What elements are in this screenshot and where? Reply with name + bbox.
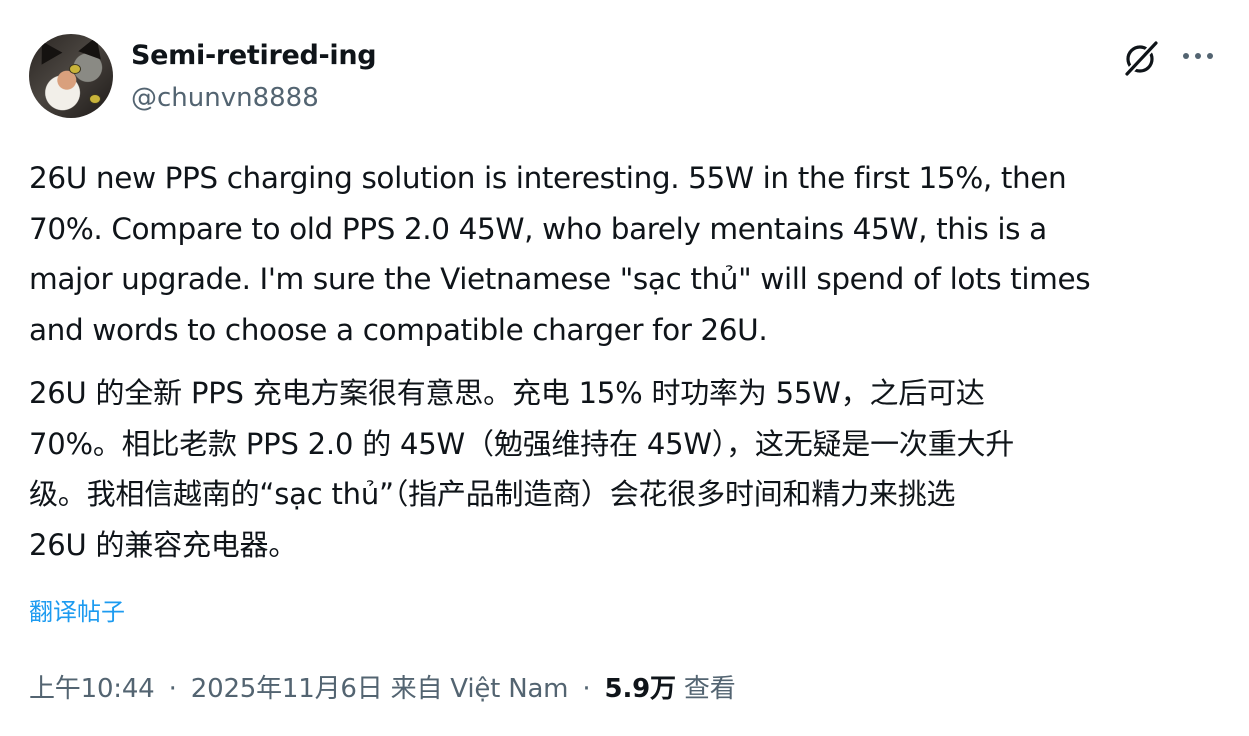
- author-display-name[interactable]: Semi-retired-ing: [131, 40, 377, 71]
- author-handle[interactable]: @chunvn8888: [131, 83, 319, 113]
- avatar-ear-left: [31, 35, 63, 65]
- views-label: 查看: [683, 674, 736, 704]
- translate-post-link[interactable]: 翻译帖子: [29, 592, 125, 627]
- meta-separator: ·: [168, 674, 177, 704]
- post-meta: 上午10:44 · 2025年11月6日 来自 Việt Nam · 5.9万 …: [29, 668, 736, 705]
- tweet-card: Semi-retired-ing @chunvn8888 26U new PPS…: [0, 0, 1249, 736]
- grok-icon[interactable]: [1121, 38, 1161, 78]
- author-avatar[interactable]: [29, 34, 113, 118]
- post-source: 来自 Việt Nam: [390, 674, 569, 704]
- avatar-eye-right: [89, 94, 101, 104]
- post-date[interactable]: 2025年11月6日: [191, 674, 383, 704]
- post-text-english: 26U new PPS charging solution is interes…: [29, 161, 1091, 347]
- post-time[interactable]: 上午10:44: [29, 674, 155, 704]
- more-icon[interactable]: [1180, 44, 1216, 68]
- views-count[interactable]: 5.9万: [605, 674, 676, 704]
- avatar-ear-right: [78, 34, 108, 60]
- meta-separator: ·: [582, 674, 591, 704]
- avatar-eye-left: [69, 64, 81, 74]
- post-text-chinese: 26U 的全新 PPS 充电方案很有意思。充电 15% 时功率为 55W，之后可…: [29, 376, 1015, 562]
